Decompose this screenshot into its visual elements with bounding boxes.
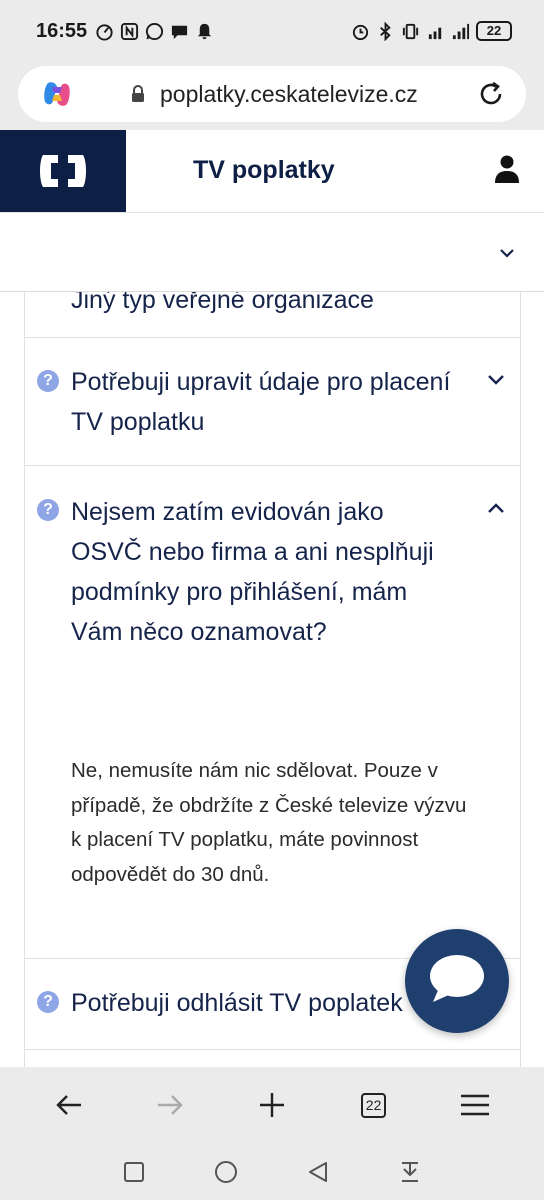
signal-5g-icon bbox=[426, 22, 445, 41]
faq-question[interactable]: Nejsem zatím evidován jako OSVČ nebo fir… bbox=[71, 492, 451, 652]
faq-item-partial[interactable]: Jiný typ veřejné organizace bbox=[24, 292, 521, 338]
address-bar[interactable]: poplatky.ceskatelevize.cz bbox=[18, 66, 526, 122]
chat-button[interactable] bbox=[405, 929, 509, 1033]
copilot-icon[interactable] bbox=[40, 77, 74, 111]
chevron-down-icon[interactable] bbox=[486, 370, 506, 390]
alarm-icon bbox=[351, 22, 370, 41]
signal-icon bbox=[451, 22, 470, 41]
system-navigation-bar bbox=[0, 1143, 544, 1200]
faq-item-not-registered[interactable]: ? Nejsem zatím evidován jako OSVČ nebo f… bbox=[24, 466, 521, 959]
user-icon[interactable] bbox=[494, 154, 520, 184]
lock-icon bbox=[130, 85, 146, 103]
notification-bell-icon bbox=[195, 22, 214, 41]
status-notification-icons bbox=[95, 22, 214, 41]
faq-partial-text: Jiný typ veřejné organizace bbox=[71, 292, 374, 314]
back-nav-button[interactable] bbox=[305, 1159, 331, 1185]
tab-count: 22 bbox=[361, 1092, 387, 1118]
question-icon: ? bbox=[37, 499, 59, 521]
bluetooth-icon bbox=[376, 21, 395, 41]
status-bar: 16:55 22 bbox=[0, 0, 544, 62]
nfc-icon bbox=[120, 22, 139, 41]
back-button[interactable] bbox=[49, 1085, 89, 1125]
status-system-icons: 22 bbox=[351, 21, 512, 41]
section-menu-toggle[interactable] bbox=[0, 212, 544, 292]
chat-bubble-icon bbox=[427, 952, 487, 1011]
faq-item-update-details[interactable]: ? Potřebuji upravit údaje pro placení TV… bbox=[24, 338, 521, 466]
menu-icon[interactable] bbox=[455, 1085, 495, 1125]
message-icon bbox=[170, 22, 189, 41]
forward-button[interactable] bbox=[150, 1085, 190, 1125]
home-button[interactable] bbox=[213, 1159, 239, 1185]
recents-button[interactable] bbox=[121, 1159, 147, 1185]
reload-icon[interactable] bbox=[476, 79, 506, 109]
faq-item-next bbox=[24, 1050, 521, 1067]
browser-toolbar: 22 bbox=[0, 1067, 544, 1143]
new-tab-button[interactable] bbox=[252, 1085, 292, 1125]
chevron-up-icon[interactable] bbox=[486, 498, 506, 518]
tabs-button[interactable]: 22 bbox=[354, 1085, 394, 1125]
speed-gauge-icon bbox=[95, 22, 114, 41]
vibrate-icon bbox=[401, 22, 420, 41]
browser-address-area: poplatky.ceskatelevize.cz bbox=[0, 62, 544, 130]
question-icon: ? bbox=[37, 370, 59, 392]
url-text[interactable]: poplatky.ceskatelevize.cz bbox=[160, 81, 418, 108]
battery-indicator: 22 bbox=[476, 21, 512, 41]
faq-question[interactable]: Potřebuji upravit údaje pro placení TV p… bbox=[71, 362, 451, 442]
site-header: TV poplatky bbox=[0, 130, 544, 212]
faq-answer: Ne, nemusíte nám nic sdělovat. Pouze v p… bbox=[71, 759, 467, 886]
chevron-down-icon[interactable] bbox=[498, 244, 516, 262]
ceska-televize-logo[interactable] bbox=[0, 130, 126, 212]
site-title[interactable]: TV poplatky bbox=[193, 156, 335, 185]
status-time: 16:55 bbox=[36, 19, 88, 42]
whatsapp-icon bbox=[145, 22, 164, 41]
question-icon: ? bbox=[37, 991, 59, 1013]
hide-navbar-icon[interactable] bbox=[397, 1159, 423, 1185]
